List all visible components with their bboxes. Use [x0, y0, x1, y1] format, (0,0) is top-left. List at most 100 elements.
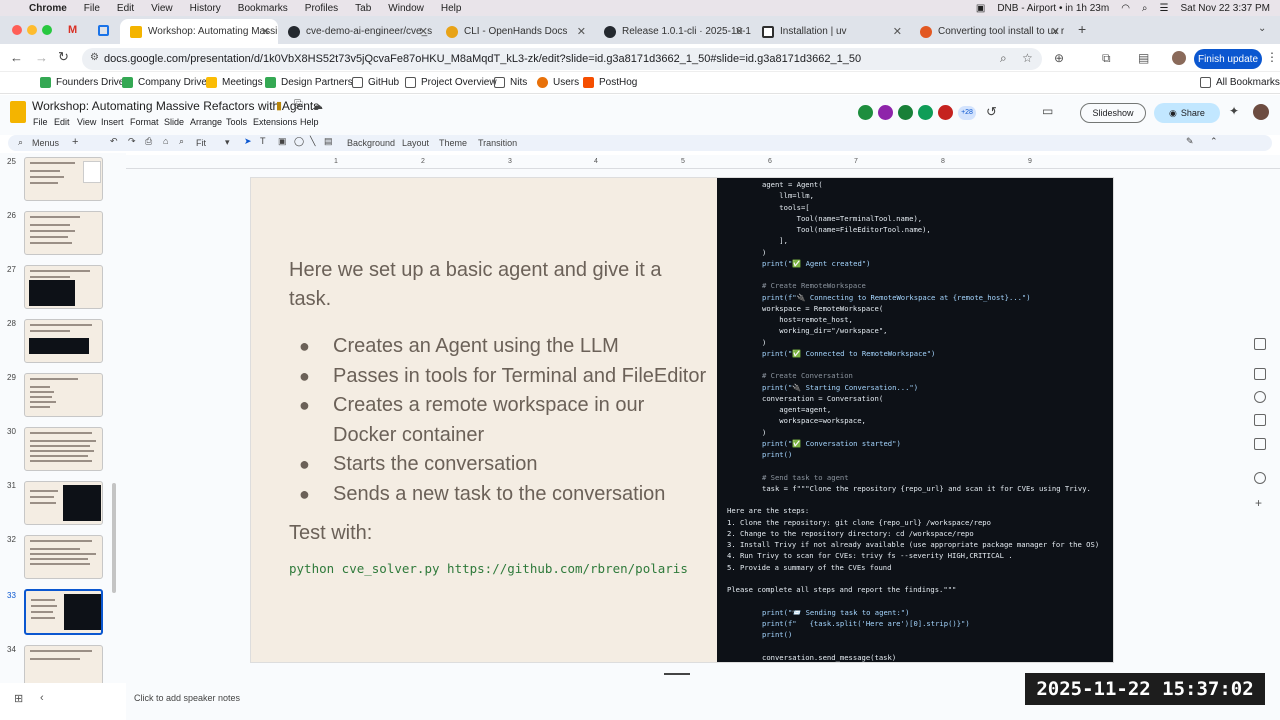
extension-icon[interactable]: ⊕: [1054, 51, 1064, 65]
slideshow-button[interactable]: Slideshow: [1080, 103, 1146, 123]
collaborator-avatar[interactable]: [878, 105, 893, 120]
close-tab-icon[interactable]: ✕: [419, 25, 428, 38]
tab-openhands-docs[interactable]: CLI - OpenHands Docs ✕: [436, 19, 594, 44]
collapse-filmstrip-icon[interactable]: ‹: [40, 692, 44, 704]
menu-datetime[interactable]: Sat Nov 22 3:37 PM: [1181, 3, 1271, 14]
window-close-icon[interactable]: [12, 25, 22, 35]
add-addon-icon[interactable]: +: [1255, 496, 1262, 510]
collaborator-count[interactable]: +28: [958, 106, 976, 120]
close-tab-icon[interactable]: ✕: [893, 25, 902, 38]
bookmark-github[interactable]: GitHub: [352, 77, 399, 88]
cloud-status-icon[interactable]: ☁: [312, 99, 323, 112]
collaborator-avatar[interactable]: [918, 105, 933, 120]
tab-converting-tool[interactable]: Converting tool install to uv r ✕: [910, 19, 1068, 44]
menu-history[interactable]: History: [190, 3, 221, 14]
close-tab-icon[interactable]: ✕: [577, 25, 586, 38]
gmail-pinned-icon[interactable]: M: [68, 24, 77, 36]
collaborator-avatar[interactable]: [858, 105, 873, 120]
gemini-icon[interactable]: ✦: [1229, 104, 1239, 118]
tab-installation-uv[interactable]: Installation | uv ✕: [752, 19, 910, 44]
shape-icon[interactable]: ◯: [294, 136, 304, 147]
share-button[interactable]: ◉ Share: [1154, 103, 1220, 123]
undo-icon[interactable]: ↶: [110, 136, 118, 147]
chevron-down-icon[interactable]: ▾: [225, 137, 230, 148]
bookmark-project-overview[interactable]: Project Overview: [405, 77, 497, 88]
calendar-side-icon[interactable]: [1254, 368, 1266, 380]
meet-icon[interactable]: ▭: [1042, 104, 1053, 118]
menu-format-doc[interactable]: Format: [130, 117, 159, 127]
menu-help-doc[interactable]: Help: [300, 117, 319, 127]
tasks-icon[interactable]: [1254, 391, 1266, 403]
forward-icon[interactable]: →: [35, 50, 48, 65]
print-icon[interactable]: ⎙: [145, 136, 152, 147]
status-dnb[interactable]: DNB - Airport • in 1h 23m: [997, 3, 1109, 14]
menu-file-doc[interactable]: File: [33, 117, 48, 127]
new-tab-icon[interactable]: +: [1078, 21, 1086, 37]
keep-icon[interactable]: [1254, 338, 1266, 350]
tab-release[interactable]: Release 1.0.1-cli · 2025-10-1 ✕: [594, 19, 752, 44]
star-icon[interactable]: ▮: [276, 99, 282, 112]
text-box-icon[interactable]: T: [260, 136, 266, 146]
window-zoom-icon[interactable]: [42, 25, 52, 35]
folder-side-icon[interactable]: [1254, 438, 1266, 450]
back-icon[interactable]: ←: [10, 50, 23, 65]
menu-bookmarks[interactable]: Bookmarks: [238, 3, 288, 14]
slide-thumbnail[interactable]: [24, 427, 103, 471]
close-tab-icon[interactable]: ✕: [735, 25, 744, 38]
history-icon[interactable]: ↺: [986, 104, 997, 120]
tab-workshop[interactable]: Workshop: Automating Massi ✕: [120, 19, 278, 44]
menu-profiles[interactable]: Profiles: [305, 3, 338, 14]
menu-edit-doc[interactable]: Edit: [54, 117, 70, 127]
more-menu-icon[interactable]: ⋮: [1266, 50, 1278, 64]
slide-thumbnail-selected[interactable]: [24, 589, 103, 635]
close-tab-icon[interactable]: ✕: [261, 25, 270, 38]
menu-view-doc[interactable]: View: [77, 117, 96, 127]
code-snippet-panel[interactable]: agent = Agent( llm=llm, tools=[ Tool(nam…: [717, 178, 1113, 662]
line-icon[interactable]: ╲: [310, 136, 315, 147]
menu-arrange-doc[interactable]: Arrange: [190, 117, 222, 127]
new-slide-icon[interactable]: +: [72, 136, 78, 148]
tab-cve-demo[interactable]: cve-demo-ai-engineer/cve_s ✕: [278, 19, 436, 44]
transition-button[interactable]: Transition: [478, 138, 517, 148]
menu-help[interactable]: Help: [441, 3, 462, 14]
slide-thumbnail[interactable]: [24, 645, 103, 683]
slide-thumbnail[interactable]: [24, 265, 103, 309]
menus-search-label[interactable]: Menus: [32, 138, 59, 148]
image-icon[interactable]: ▣: [278, 136, 287, 147]
account-avatar[interactable]: [1253, 104, 1269, 120]
bookmark-star-icon[interactable]: ☆: [1022, 51, 1033, 65]
zoom-icon[interactable]: ⌕: [179, 136, 184, 147]
slide-thumbnail[interactable]: [24, 157, 103, 201]
zoom-icon[interactable]: ⌕: [1000, 51, 1007, 66]
search-icon[interactable]: ⌕: [1142, 3, 1148, 14]
window-minimize-icon[interactable]: [27, 25, 37, 35]
notes-resize-handle[interactable]: [664, 673, 690, 675]
extension-puzzle-icon[interactable]: ⧉: [1102, 51, 1111, 66]
filmstrip-scrollbar[interactable]: [112, 483, 116, 593]
calendar-icon[interactable]: ▣: [976, 3, 985, 14]
grid-view-icon[interactable]: ⊞: [14, 692, 23, 705]
bookmark-meetings[interactable]: Meetings: [206, 77, 263, 88]
bookmark-founders-drive[interactable]: Founders Drive: [40, 77, 124, 88]
collaborator-avatar[interactable]: [938, 105, 953, 120]
slide-thumbnail[interactable]: [24, 211, 103, 255]
background-button[interactable]: Background: [347, 138, 395, 148]
sidebar-icon[interactable]: ▤: [1138, 51, 1149, 65]
wifi-icon[interactable]: ◠: [1121, 3, 1130, 14]
collaborator-avatar[interactable]: [898, 105, 913, 120]
menu-slide-doc[interactable]: Slide: [164, 117, 184, 127]
contacts-icon[interactable]: [1254, 414, 1266, 426]
move-folder-icon[interactable]: ⎘: [294, 99, 303, 112]
slide-thumbnail[interactable]: [24, 535, 103, 579]
bookmark-nits[interactable]: Nits: [494, 77, 527, 88]
menu-app-name[interactable]: Chrome: [29, 3, 67, 14]
zoom-select[interactable]: Fit: [196, 138, 206, 148]
menus-search-icon[interactable]: ⌕: [18, 137, 23, 148]
pen-icon[interactable]: ✎: [1186, 136, 1194, 147]
control-center-icon[interactable]: ☰: [1160, 3, 1169, 14]
menu-tools-doc[interactable]: Tools: [226, 117, 247, 127]
slide-thumbnail[interactable]: [24, 373, 103, 417]
slide-thumbnail[interactable]: [24, 481, 103, 525]
slides-logo-icon[interactable]: [10, 101, 26, 123]
menu-tab[interactable]: Tab: [355, 3, 371, 14]
